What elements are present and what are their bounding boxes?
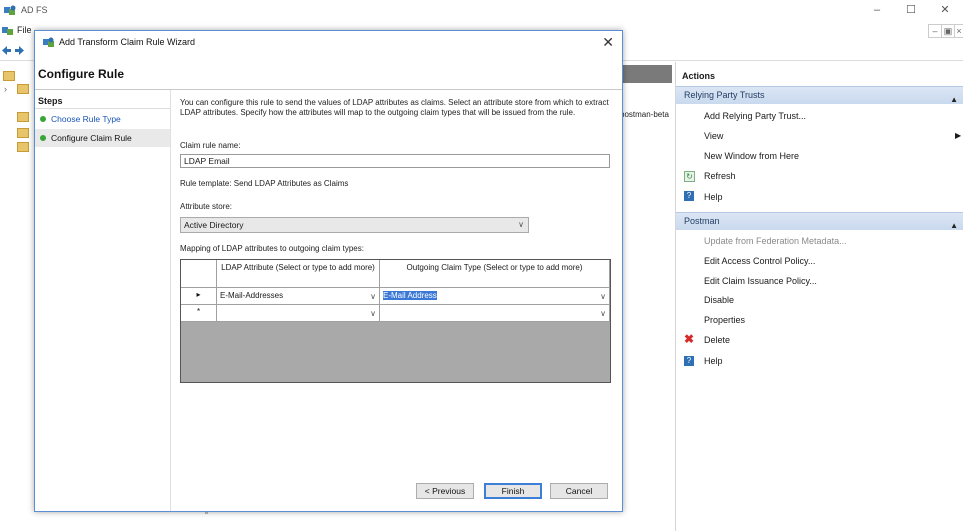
section-label: Postman bbox=[684, 216, 720, 226]
cancel-button[interactable]: Cancel bbox=[550, 483, 608, 499]
chevron-down-icon: ∨ bbox=[370, 292, 376, 301]
claim-type-value: E-Mail Address bbox=[383, 291, 437, 300]
steps-panel: Steps Choose Rule Type Configure Claim R… bbox=[35, 90, 171, 511]
chevron-down-icon: ∨ bbox=[600, 309, 606, 318]
refresh-icon: ↻ bbox=[684, 171, 695, 182]
submenu-arrow-icon: ▶ bbox=[955, 131, 962, 140]
main-titlebar: AD FS – ☐ ✕ bbox=[0, 0, 963, 22]
claim-rule-name-label: Claim rule name: bbox=[180, 141, 241, 150]
delete-icon: ✖ bbox=[684, 332, 695, 346]
attribute-store-select[interactable]: Active Directory ∨ bbox=[180, 217, 529, 233]
grid-claim-select[interactable]: ∨ bbox=[380, 305, 610, 322]
grid-ldap-select[interactable]: E-Mail-Addresses ∨ bbox=[217, 288, 380, 305]
chevron-down-icon: ∨ bbox=[518, 220, 524, 229]
mapping-label: Mapping of LDAP attributes to outgoing c… bbox=[180, 244, 364, 253]
grid-ldap-select[interactable]: ∨ bbox=[217, 305, 380, 322]
actions-pane: Actions Relying Party Trusts ▲ Add Relyi… bbox=[675, 62, 963, 531]
previous-button[interactable]: < Previous bbox=[416, 483, 474, 499]
mdi-minimize-button[interactable]: – bbox=[928, 24, 942, 38]
collapse-icon[interactable]: ▲ bbox=[950, 91, 958, 108]
folder-icon[interactable] bbox=[3, 71, 15, 81]
action-refresh[interactable]: Refresh bbox=[704, 171, 736, 181]
action-delete[interactable]: Delete bbox=[704, 335, 730, 345]
actions-section-postman[interactable]: Postman ▲ bbox=[676, 212, 963, 230]
steps-title: Steps bbox=[38, 96, 63, 106]
attribute-store-value: Active Directory bbox=[184, 220, 244, 230]
mdi-close-button[interactable]: × bbox=[954, 24, 963, 38]
maximize-button[interactable]: ☐ bbox=[896, 2, 926, 18]
app-title: AD FS bbox=[21, 5, 48, 15]
dialog-title: Add Transform Claim Rule Wizard bbox=[59, 37, 196, 47]
attribute-store-label: Attribute store: bbox=[180, 202, 233, 211]
action-new-window[interactable]: New Window from Here bbox=[704, 151, 799, 161]
action-add-relying-party-trust[interactable]: Add Relying Party Trust... bbox=[704, 111, 806, 121]
rule-description: You can configure this rule to send the … bbox=[180, 98, 609, 117]
step-label[interactable]: Choose Rule Type bbox=[51, 114, 121, 124]
help-icon: ? bbox=[684, 356, 694, 366]
console-tree: › bbox=[0, 62, 36, 531]
grid-header-ldap[interactable]: LDAP Attribute (Select or type to add mo… bbox=[217, 260, 380, 288]
folder-icon[interactable] bbox=[17, 142, 29, 152]
center-column-header bbox=[620, 65, 672, 83]
action-edit-access-control-policy[interactable]: Edit Access Control Policy... bbox=[704, 256, 815, 266]
folder-icon[interactable] bbox=[17, 128, 29, 138]
chevron-down-icon: ∨ bbox=[600, 292, 606, 301]
wizard-icon bbox=[43, 37, 54, 47]
grid-header-claim[interactable]: Outgoing Claim Type (Select or type to a… bbox=[380, 260, 610, 288]
dialog-content: You can configure this rule to send the … bbox=[180, 31, 616, 511]
grid-claim-select[interactable]: E-Mail Address ∨ bbox=[380, 288, 610, 305]
grid-corner bbox=[181, 260, 217, 288]
claim-rule-wizard-dialog: Add Transform Claim Rule Wizard ✕ Config… bbox=[34, 30, 623, 512]
finish-button[interactable]: Finish bbox=[484, 483, 542, 499]
step-status-icon bbox=[40, 135, 46, 141]
minimize-button[interactable]: – bbox=[862, 2, 892, 18]
action-update-federation-metadata[interactable]: Update from Federation Metadata... bbox=[704, 236, 847, 246]
step-configure-claim-rule[interactable]: Configure Claim Rule bbox=[35, 129, 170, 147]
row-selector[interactable]: * bbox=[181, 305, 217, 322]
ldap-attribute-value: E-Mail-Addresses bbox=[220, 291, 284, 300]
mapping-grid: LDAP Attribute (Select or type to add mo… bbox=[180, 259, 611, 383]
steps-divider bbox=[35, 108, 170, 109]
actions-section-relying-party-trusts[interactable]: Relying Party Trusts ▲ bbox=[676, 86, 963, 104]
back-forward-icon[interactable] bbox=[2, 45, 24, 56]
mdi-restore-button[interactable]: ▣ bbox=[941, 24, 955, 38]
section-label: Relying Party Trusts bbox=[684, 90, 765, 100]
folder-icon[interactable] bbox=[17, 84, 29, 94]
step-choose-rule-type[interactable]: Choose Rule Type bbox=[35, 110, 170, 128]
action-disable[interactable]: Disable bbox=[704, 295, 734, 305]
adfs-app-icon bbox=[4, 5, 16, 15]
status-area bbox=[0, 514, 675, 531]
dialog-header: Configure Rule bbox=[38, 67, 124, 81]
action-help-postman[interactable]: Help bbox=[704, 356, 723, 366]
step-status-icon bbox=[40, 116, 46, 122]
folder-icon[interactable] bbox=[17, 112, 29, 122]
menu-file[interactable]: File bbox=[17, 25, 32, 35]
help-icon: ? bbox=[684, 191, 694, 201]
relying-party-cell[interactable]: postman-beta bbox=[620, 110, 669, 119]
step-label: Configure Claim Rule bbox=[51, 133, 132, 143]
claim-rule-name-input[interactable]: LDAP Email bbox=[180, 154, 610, 168]
action-edit-claim-issuance-policy[interactable]: Edit Claim Issuance Policy... bbox=[704, 276, 817, 286]
actions-title: Actions bbox=[682, 71, 716, 81]
expand-icon[interactable]: › bbox=[4, 84, 7, 94]
close-window-button[interactable]: ✕ bbox=[930, 2, 960, 18]
row-selector[interactable]: ▸ bbox=[181, 288, 217, 305]
mmc-icon bbox=[2, 27, 13, 35]
action-properties[interactable]: Properties bbox=[704, 315, 745, 325]
collapse-icon[interactable]: ▲ bbox=[950, 217, 958, 234]
action-help[interactable]: Help bbox=[704, 192, 723, 202]
action-view[interactable]: View bbox=[704, 131, 723, 141]
chevron-down-icon: ∨ bbox=[370, 309, 376, 318]
rule-template-text: Rule template: Send LDAP Attributes as C… bbox=[180, 179, 349, 188]
